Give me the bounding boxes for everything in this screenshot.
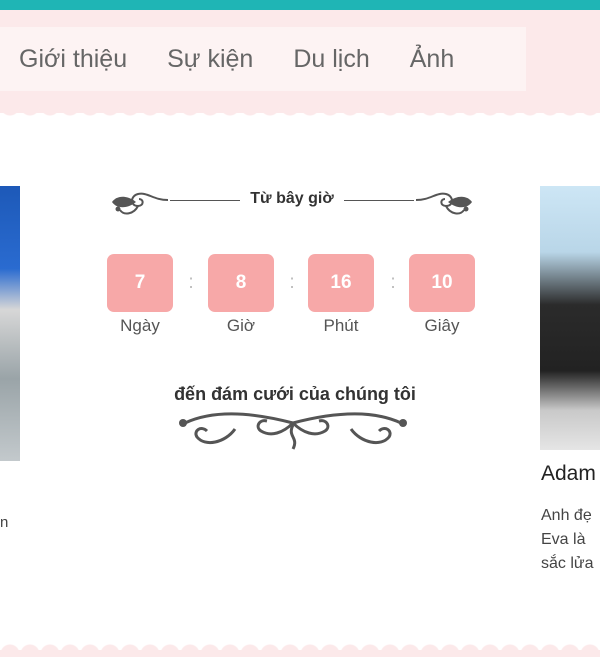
groom-description: Anh đẹ Eva là sắc lửa	[541, 504, 600, 576]
top-accent-bar	[0, 0, 600, 10]
groom-desc-line: Anh đẹ	[541, 507, 592, 524]
wedding-countdown: Từ bây giờ 7 Ngày : 8 Giờ : 16 Phút : 10…	[100, 180, 490, 450]
days-value: 7	[107, 254, 173, 312]
footer-band	[0, 650, 600, 657]
groom-name: Adam	[541, 462, 596, 485]
separator: :	[289, 272, 295, 293]
countdown-subtitle: đến đám cưới của chúng tôi	[174, 384, 416, 404]
days-label: Ngày	[120, 316, 160, 335]
nav-item-du-lich[interactable]: Du lịch	[274, 45, 369, 74]
minutes-value: 16	[308, 254, 374, 312]
groom-desc-line: sắc lửa	[541, 555, 594, 572]
seconds-value: 10	[409, 254, 475, 312]
nav-item-anh[interactable]: Ảnh	[391, 45, 454, 74]
minutes-label: Phút	[323, 316, 359, 335]
hours-label: Giờ	[226, 316, 256, 335]
scalloped-edge-top	[0, 106, 600, 120]
nav-item-gioi-thieu[interactable]: Giới thiệu	[0, 45, 127, 74]
bride-desc-fragment: n	[0, 514, 9, 531]
main-nav: Giới thiệu Sự kiện Du lịch Ảnh	[0, 27, 526, 91]
groom-desc-line: Eva là	[541, 531, 586, 548]
seconds-label: Giây	[424, 316, 460, 335]
separator: :	[188, 272, 194, 293]
scroll-divider-icon	[179, 412, 407, 450]
bride-photo	[0, 186, 20, 461]
flourish-ornament-icon	[415, 192, 472, 215]
groom-photo	[540, 186, 600, 450]
nav-item-su-kien[interactable]: Sự kiện	[148, 45, 253, 74]
heading-rule-right	[344, 200, 414, 201]
separator: :	[390, 272, 396, 293]
countdown-heading-row: Từ bây giờ	[108, 188, 476, 218]
hours-value: 8	[208, 254, 274, 312]
countdown-boxes: 7 Ngày : 8 Giờ : 16 Phút : 10 Giây	[107, 254, 477, 335]
